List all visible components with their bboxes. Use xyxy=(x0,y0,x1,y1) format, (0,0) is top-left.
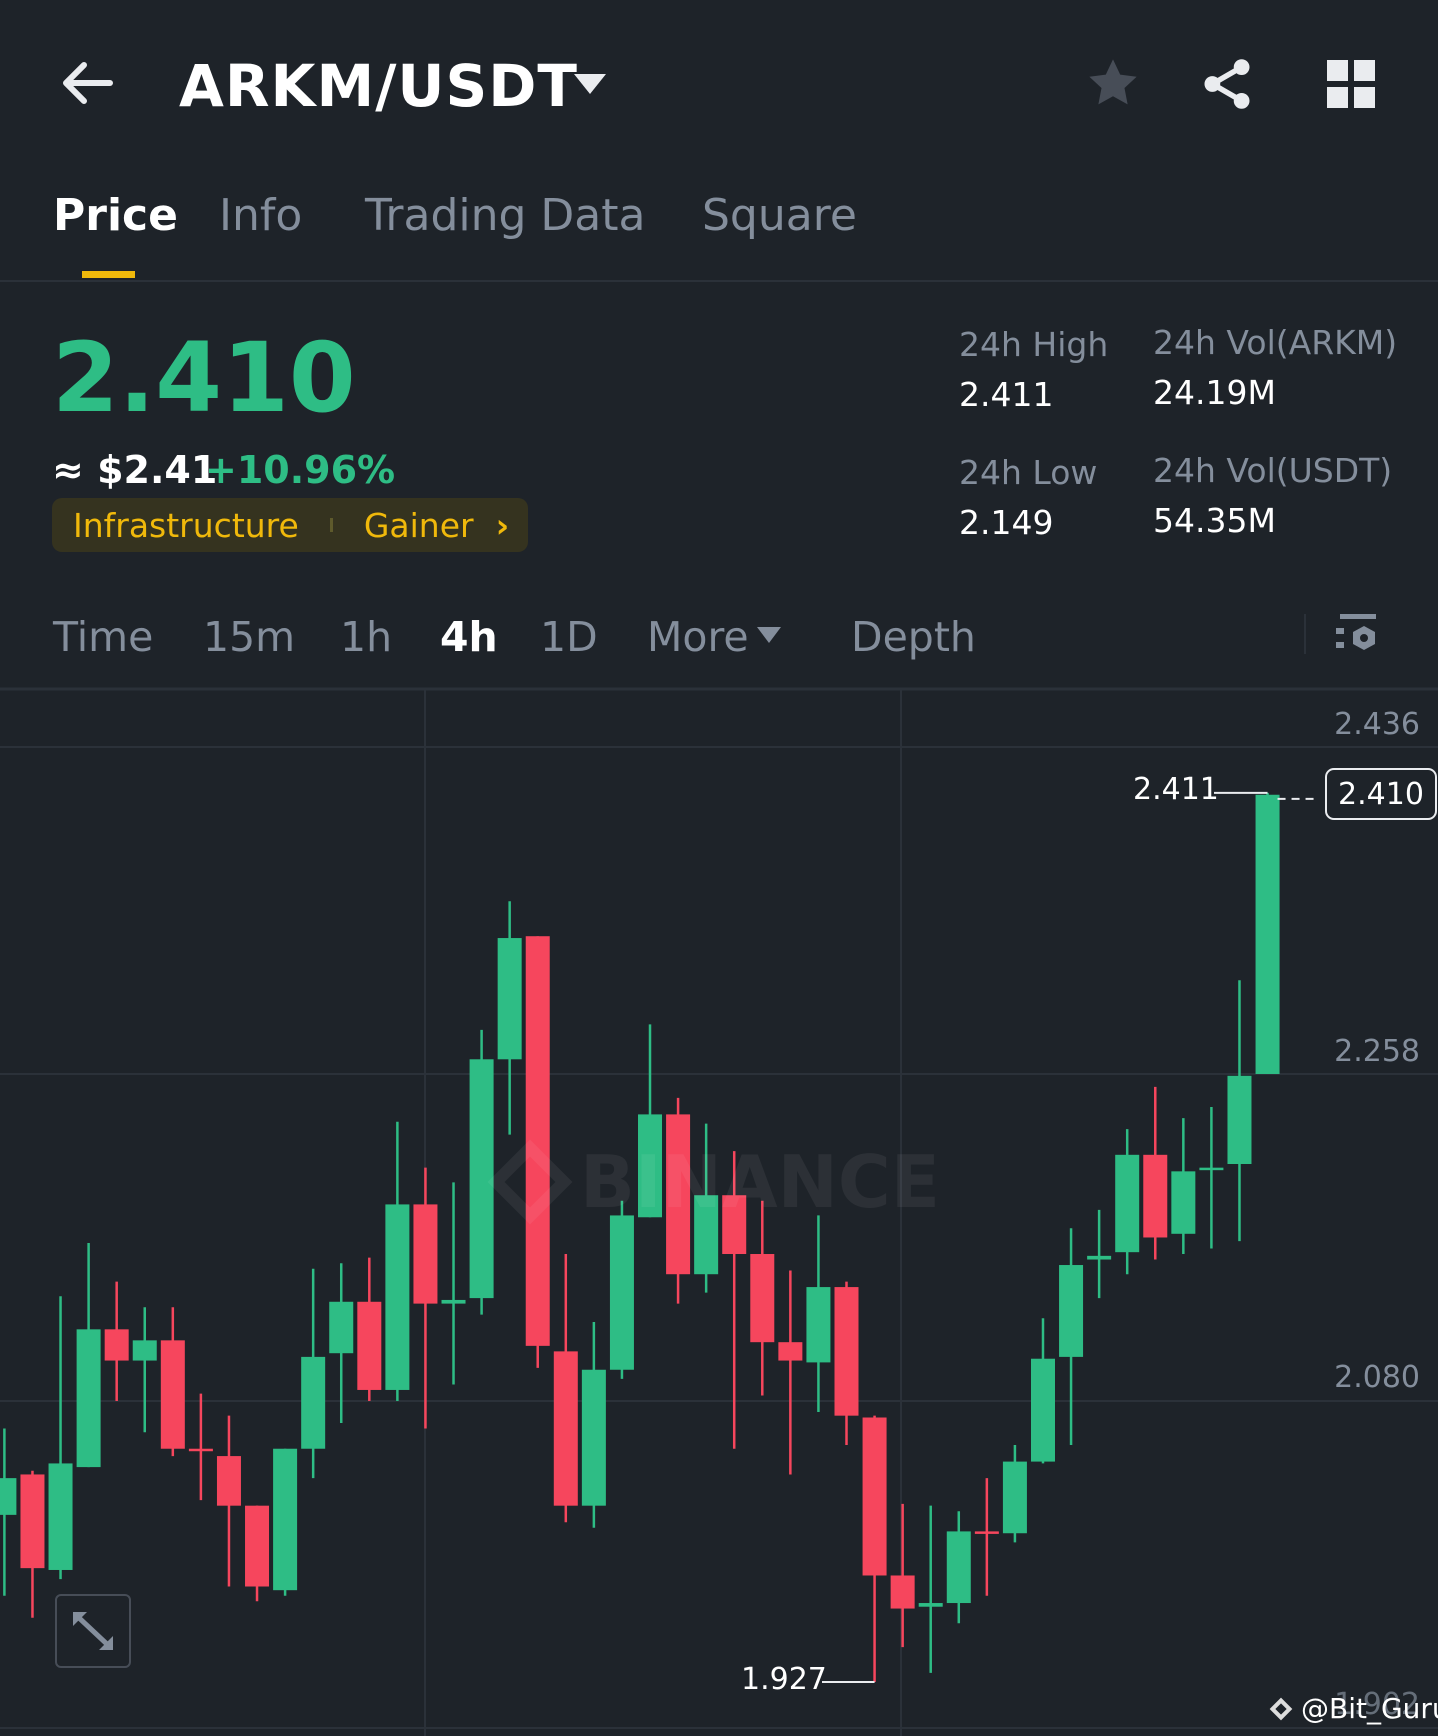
candle-body xyxy=(1059,1265,1084,1357)
star-icon[interactable] xyxy=(1085,56,1141,110)
max-price-label: 2.411 xyxy=(1133,772,1219,807)
expand-button[interactable] xyxy=(55,1594,131,1668)
tag-gainer[interactable]: Gainer xyxy=(364,506,474,545)
candle-body xyxy=(609,1215,634,1370)
candle-body xyxy=(357,1301,382,1390)
binance-logo-icon xyxy=(487,1139,573,1225)
more-dropdown-icon[interactable] xyxy=(757,627,781,643)
depth-tab[interactable]: Depth xyxy=(851,613,976,661)
price-label-2258: 2.258 xyxy=(1334,1034,1420,1069)
grid-icon[interactable] xyxy=(1327,60,1375,108)
candle-body xyxy=(385,1204,410,1390)
chevron-right-icon: › xyxy=(495,505,510,545)
tab-info[interactable]: Info xyxy=(219,190,302,241)
interval-more[interactable]: More xyxy=(647,613,749,661)
candle-body xyxy=(20,1474,45,1569)
candle-body xyxy=(104,1329,129,1361)
candle-body xyxy=(1087,1255,1112,1260)
tag-separator xyxy=(329,518,333,532)
interval-time[interactable]: Time xyxy=(53,613,153,661)
credit-text: @Bit_Guru xyxy=(1301,1692,1438,1725)
price-label-2436: 2.436 xyxy=(1334,707,1420,742)
candle-body xyxy=(0,1478,17,1515)
high-value: 2.411 xyxy=(959,375,1054,414)
candle-body xyxy=(273,1448,298,1591)
watermark-text: BINANCE xyxy=(580,1140,940,1224)
divider xyxy=(0,280,1438,282)
interval-1d[interactable]: 1D xyxy=(540,613,598,661)
price-change: +10.96% xyxy=(205,448,396,492)
separator xyxy=(1304,614,1306,654)
vol-quote-label: 24h Vol(USDT) xyxy=(1153,451,1393,490)
candle-body xyxy=(553,1351,578,1506)
candle-body xyxy=(188,1448,213,1452)
candle-body xyxy=(806,1287,831,1363)
candle-body xyxy=(834,1287,859,1416)
candle-body xyxy=(132,1340,157,1361)
low-label: 24h Low xyxy=(959,453,1098,492)
candle-body xyxy=(48,1463,73,1570)
price-label-2080: 2.080 xyxy=(1334,1360,1420,1395)
last-price: 2.410 xyxy=(52,322,356,434)
min-price-label: 1.927 xyxy=(741,1662,827,1697)
chart-settings-icon[interactable] xyxy=(1334,612,1378,656)
candle-body xyxy=(76,1329,101,1468)
candle-body xyxy=(1143,1154,1168,1238)
tab-price[interactable]: Price xyxy=(53,190,178,241)
candle-body xyxy=(301,1356,326,1449)
candle-body xyxy=(160,1340,185,1449)
binance-watermark: BINANCE xyxy=(487,1139,940,1225)
tab-square[interactable]: Square xyxy=(702,190,857,241)
candle-body xyxy=(581,1369,606,1506)
interval-4h[interactable]: 4h xyxy=(440,613,498,661)
candle-body xyxy=(946,1531,971,1604)
candle-body xyxy=(497,938,522,1060)
current-price-box: 2.410 xyxy=(1325,768,1437,820)
vol-base-label: 24h Vol(ARKM) xyxy=(1153,323,1398,362)
candle-body xyxy=(1115,1154,1140,1253)
candle-body xyxy=(1227,1075,1252,1164)
candle-body xyxy=(329,1301,354,1354)
tag-bar[interactable]: Infrastructure Gainer › xyxy=(52,498,528,552)
candle-body xyxy=(918,1603,943,1607)
candle-body xyxy=(1199,1167,1224,1171)
fiat-price: ≈ $2.41 xyxy=(52,448,218,492)
share-icon[interactable] xyxy=(1200,56,1254,112)
candle-body xyxy=(216,1456,241,1506)
dropdown-icon[interactable] xyxy=(572,72,608,96)
candle-body xyxy=(1171,1171,1196,1234)
candle-body xyxy=(778,1342,803,1361)
tab-trading-data[interactable]: Trading Data xyxy=(365,190,645,241)
binance-small-icon xyxy=(1269,1697,1293,1720)
vol-base-value: 24.19M xyxy=(1153,373,1276,412)
credit-watermark: @Bit_Guru xyxy=(1269,1692,1438,1725)
candle-body xyxy=(974,1531,999,1534)
candle-body xyxy=(890,1575,915,1609)
candle-body xyxy=(1002,1461,1027,1534)
candle-body xyxy=(1255,794,1280,1074)
tag-infrastructure[interactable]: Infrastructure xyxy=(73,506,299,545)
low-value: 2.149 xyxy=(959,503,1054,542)
vol-quote-value: 54.35M xyxy=(1153,501,1276,540)
pair-title[interactable]: ARKM/USDT xyxy=(179,52,578,120)
active-tab-indicator xyxy=(82,271,135,278)
interval-15m[interactable]: 15m xyxy=(203,613,295,661)
candle-body xyxy=(1030,1358,1055,1462)
candle-body xyxy=(413,1204,438,1304)
candle-body xyxy=(441,1299,466,1304)
candle-body xyxy=(245,1505,270,1587)
back-arrow-icon[interactable] xyxy=(58,60,114,106)
expand-icon xyxy=(73,1612,113,1650)
candle-body xyxy=(750,1254,775,1343)
high-label: 24h High xyxy=(959,325,1109,364)
candle-body xyxy=(862,1417,887,1576)
interval-1h[interactable]: 1h xyxy=(340,613,392,661)
